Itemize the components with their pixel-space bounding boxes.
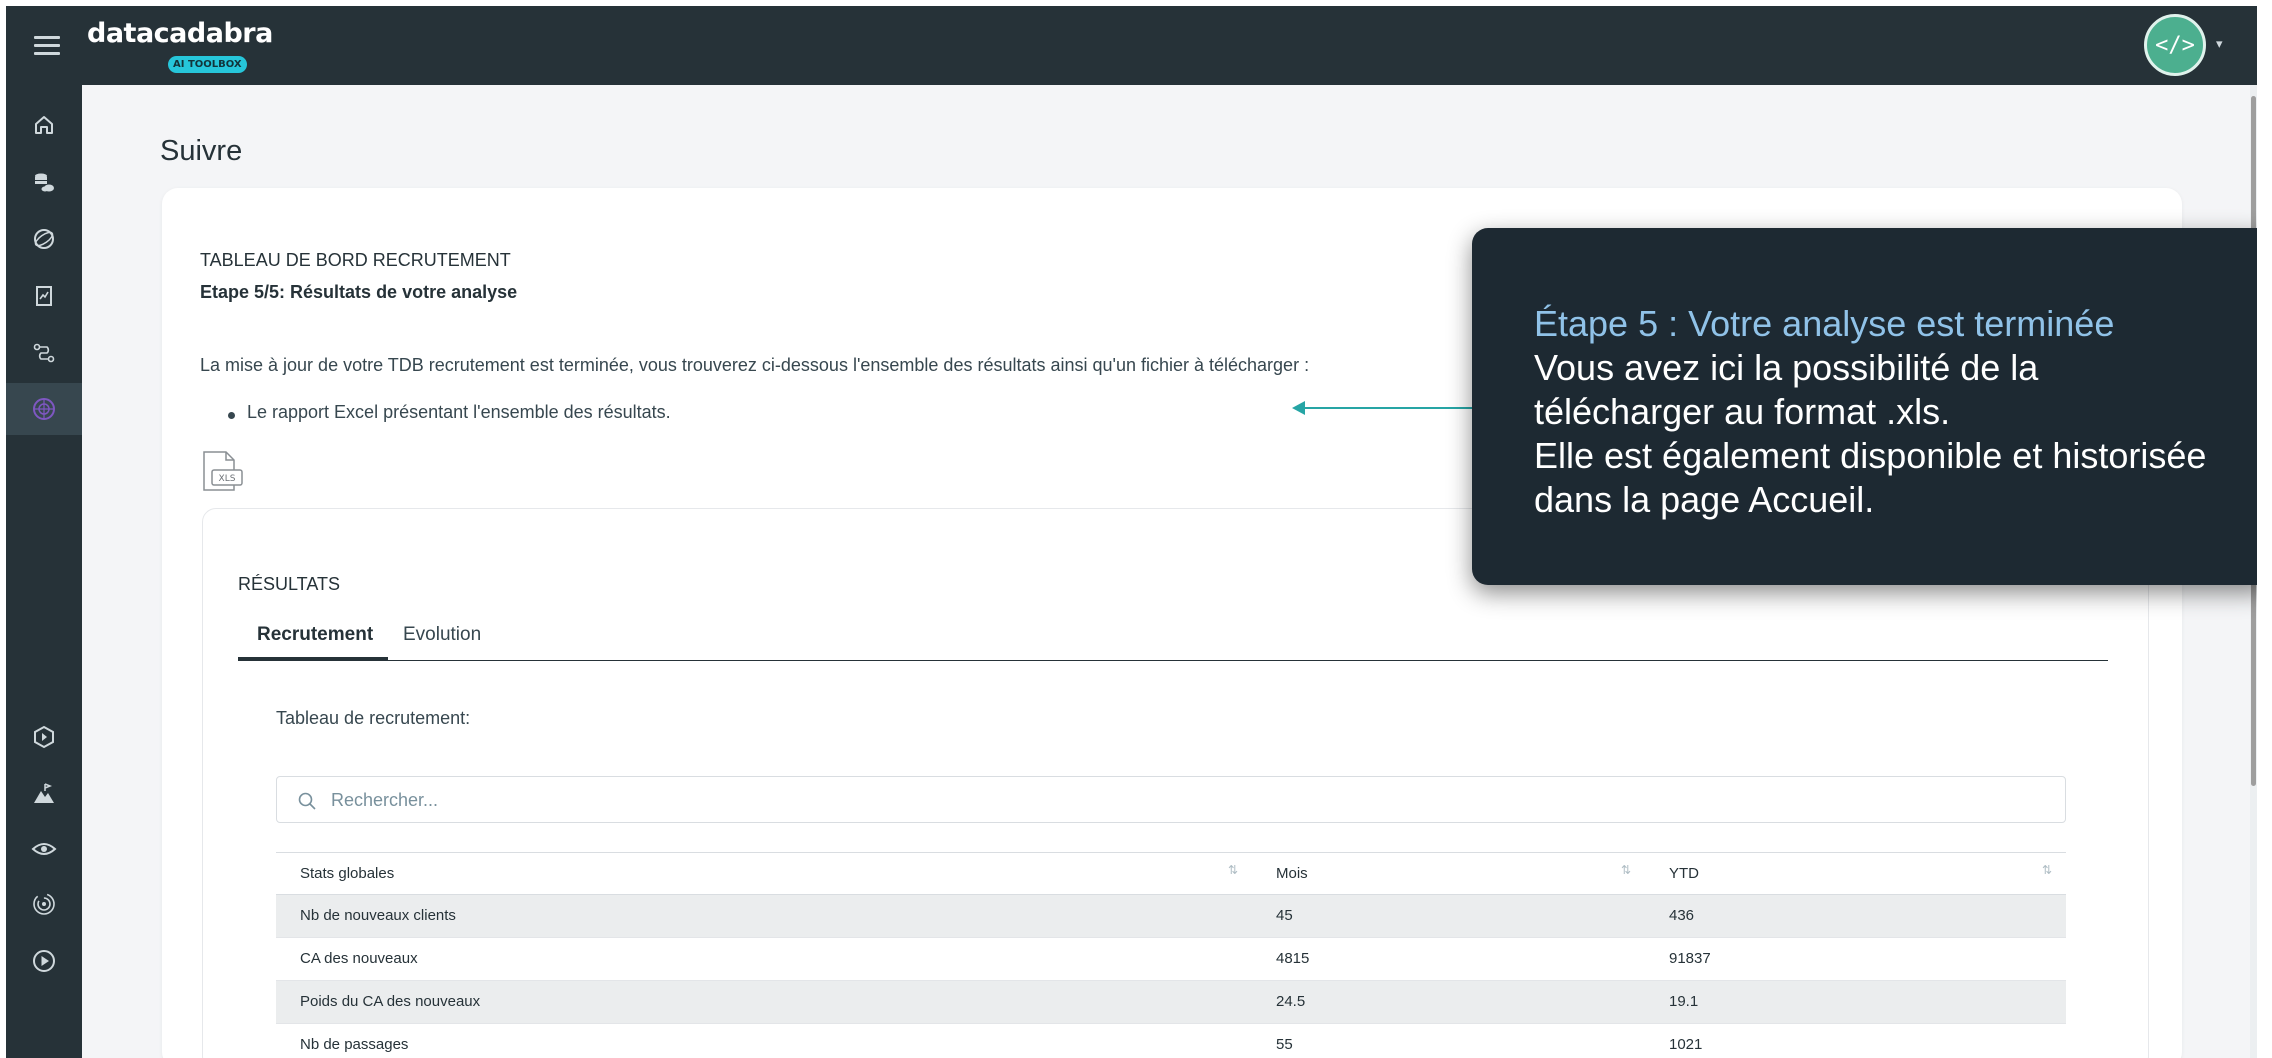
table-header-row: Stats globales ⇅ Mois ⇅ YTD ⇅ <box>276 853 2066 895</box>
table-cell: 45 <box>1276 907 1293 924</box>
table-cell: 24.5 <box>1276 993 1306 1010</box>
search-input[interactable] <box>329 777 2053 824</box>
column-header-mois[interactable]: Mois <box>1276 853 1308 895</box>
table-cell: Poids du CA des nouveaux <box>300 993 481 1010</box>
table-cell: 19.1 <box>1669 993 1699 1010</box>
table-cell: CA des nouveaux <box>300 950 418 967</box>
recruitment-table: Stats globales ⇅ Mois ⇅ YTD ⇅ Nb de nouv… <box>276 852 2066 1058</box>
sidebar-item-mountain[interactable] <box>6 768 82 820</box>
sidebar-item-route[interactable] <box>6 327 82 379</box>
sort-icon[interactable]: ⇅ <box>2042 863 2052 877</box>
active-tab-indicator <box>238 657 388 661</box>
onboarding-tooltip: Étape 5 : Votre analyse est terminée Vou… <box>1472 228 2257 585</box>
sidebar-item-fingerprint[interactable] <box>6 878 82 930</box>
sort-icon[interactable]: ⇅ <box>1621 863 1631 877</box>
database-cloud-icon <box>35 173 54 192</box>
tabs-divider <box>238 660 2108 661</box>
results-title: RÉSULTATS <box>238 574 341 594</box>
sidebar-item-suivre[interactable] <box>6 383 82 435</box>
sidebar-item-orbit[interactable] <box>6 213 82 265</box>
fingerprint-icon <box>33 893 55 915</box>
table-row: CA des nouveaux 4815 91837 <box>276 938 2066 981</box>
table-cell: Nb de passages <box>300 1036 409 1053</box>
table-cell: 1021 <box>1669 1036 1703 1053</box>
sidebar-item-hexagon[interactable] <box>6 711 82 763</box>
chevron-down-icon[interactable]: ▾ <box>2216 36 2223 52</box>
tooltip-body: Vous avez ici la possibilité de la téléc… <box>1534 346 2254 522</box>
table-caption: Tableau de recrutement: <box>276 708 471 728</box>
play-circle-icon <box>33 950 55 972</box>
sidebar-item-home[interactable] <box>6 99 82 151</box>
table-cell: 436 <box>1669 907 1695 924</box>
table-row: Poids du CA des nouveaux 24.5 19.1 <box>276 981 2066 1024</box>
guide-arrow-line <box>1304 407 1472 409</box>
code-icon: </> <box>2155 32 2195 58</box>
bullet-item: Le rapport Excel présentant l'ensemble d… <box>247 402 671 422</box>
tooltip-line: télécharger au format .xls. <box>1534 391 1951 432</box>
route-icon <box>33 343 55 363</box>
orbit-icon <box>34 229 54 249</box>
sidebar-item-report[interactable] <box>6 270 82 322</box>
search-box[interactable] <box>276 776 2066 824</box>
sidebar-item-play[interactable] <box>6 935 82 987</box>
page-title: Suivre <box>160 135 243 167</box>
table-cell: 55 <box>1276 1036 1293 1053</box>
xls-file-label: XLS <box>219 474 236 484</box>
table-row: Nb de passages 55 1021 <box>276 1024 2066 1058</box>
bullet-dot <box>228 412 235 419</box>
tooltip-line: Vous avez ici la possibilité de la <box>1534 347 2039 388</box>
logo-text: datacadabra <box>87 18 273 49</box>
logo-badge: AI TOOLBOX <box>168 56 247 73</box>
dashboard-title: TABLEAU DE BORD RECRUTEMENT <box>200 250 511 270</box>
sidebar <box>6 85 82 1058</box>
avatar[interactable]: </> <box>2144 14 2206 76</box>
target-radar-icon <box>33 398 55 420</box>
sort-icon[interactable]: ⇅ <box>1228 863 1238 877</box>
table-cell: Nb de nouveaux clients <box>300 907 456 924</box>
tab-recrutement[interactable]: Recrutement <box>257 624 373 646</box>
table-row: Nb de nouveaux clients 45 436 <box>276 895 2066 938</box>
report-chart-icon <box>36 286 52 306</box>
sidebar-item-eye[interactable] <box>6 823 82 875</box>
column-header-stats[interactable]: Stats globales <box>300 853 394 895</box>
tooltip-title: Étape 5 : Votre analyse est terminée <box>1534 303 2115 344</box>
menu-icon[interactable] <box>34 36 60 56</box>
app-window: datacadabra AI TOOLBOX </> ▾ Suivre TABL… <box>6 6 2257 1058</box>
xls-file-icon[interactable]: XLS <box>200 450 246 494</box>
hexagon-play-icon <box>34 725 54 749</box>
sidebar-item-data[interactable] <box>6 156 82 208</box>
tooltip-line: dans la page Accueil. <box>1534 479 1875 520</box>
tooltip-line: Elle est également disponible et histori… <box>1534 435 2207 476</box>
mountain-flag-icon <box>34 783 54 803</box>
tab-evolution[interactable]: Evolution <box>403 624 481 646</box>
step-label: Etape 5/5: Résultats de votre analyse <box>200 282 518 302</box>
top-bar: datacadabra AI TOOLBOX </> ▾ <box>6 6 2257 85</box>
search-icon <box>298 792 316 810</box>
guide-arrow-head <box>1292 401 1305 415</box>
intro-text: La mise à jour de votre TDB recrutement … <box>200 355 1310 375</box>
table-cell: 91837 <box>1669 950 1711 967</box>
column-header-ytd[interactable]: YTD <box>1669 853 1699 895</box>
table-cell: 4815 <box>1276 950 1310 967</box>
eye-icon <box>31 843 57 855</box>
home-icon <box>35 116 53 134</box>
